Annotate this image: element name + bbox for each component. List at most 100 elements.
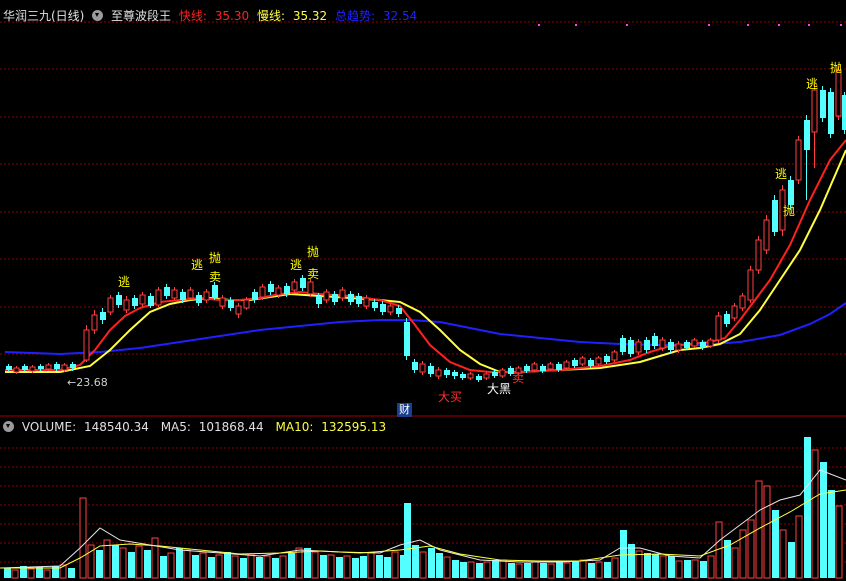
slow-label-text: 慢线:	[256, 9, 285, 23]
candle-body-up	[731, 305, 738, 319]
signal-label: 逃	[806, 77, 819, 91]
candle-body-up	[611, 351, 618, 361]
signal-label: 逃	[775, 167, 788, 181]
signal-label: 卖	[209, 270, 222, 284]
ma5-label-text: MA5:	[160, 420, 191, 434]
trend-value: 32.54	[382, 9, 418, 23]
volume-bar-up	[747, 519, 755, 579]
stock-title[interactable]: 华润三九(日线)	[3, 9, 84, 23]
volume-bar-up	[467, 561, 475, 579]
volume-bar-down	[620, 530, 627, 578]
volume-bar-up	[247, 553, 255, 579]
candle-body-up	[595, 357, 602, 365]
candle-body-up	[45, 364, 52, 370]
candle-body-up	[13, 367, 20, 373]
volume-bar-down	[644, 553, 651, 578]
candle-body-down	[476, 376, 482, 380]
volume-bar-down	[360, 556, 367, 578]
volume-bar-up	[11, 569, 19, 579]
candle-body-up	[579, 357, 586, 365]
signal-label: 抛	[783, 204, 796, 218]
candle-body-up	[419, 363, 426, 373]
volume-bar-down	[828, 490, 835, 578]
candle-body-up	[691, 339, 698, 347]
dropdown-circle-icon[interactable]	[92, 10, 104, 21]
candle-body-up	[219, 297, 226, 307]
trend-label-text: 总趋势:	[335, 9, 376, 23]
volume-bar-down	[224, 552, 231, 578]
candle-body-down	[820, 90, 826, 118]
candle-body-down	[684, 342, 690, 348]
candle-body-up	[307, 281, 314, 295]
slow-value: 35.32	[292, 9, 328, 23]
candle-body-up	[339, 289, 346, 299]
volume-bar-down	[112, 545, 119, 578]
candle-body-up	[203, 291, 210, 301]
signal-label: 逃	[118, 275, 131, 289]
volume-bar-down	[144, 550, 151, 578]
volume-bar-up	[811, 449, 819, 579]
volume-bar-down	[508, 563, 515, 578]
candle-body-down	[396, 308, 402, 314]
candle-body-up	[547, 363, 554, 370]
candle-body-down	[54, 364, 60, 369]
volume-bar-up	[795, 515, 803, 579]
volume-bar-down	[160, 556, 167, 578]
candle-body-up	[763, 219, 770, 251]
candle-body-down	[316, 296, 322, 304]
volume-bar-up	[43, 569, 51, 579]
candle-body-down	[252, 292, 258, 300]
candle-body-up	[635, 341, 642, 353]
volume-bar-down	[68, 568, 75, 578]
candle-body-down	[228, 300, 234, 308]
candle-body-down	[404, 322, 410, 356]
volume-bar-down	[668, 556, 675, 578]
volume-bar-down	[96, 550, 103, 578]
marker-dot	[747, 24, 749, 26]
candle-body-up	[435, 369, 442, 377]
candle-body-up	[755, 239, 762, 271]
candle-body-up	[563, 361, 570, 369]
candle-body-up	[275, 287, 282, 296]
volume-bar-up	[579, 559, 587, 579]
candle-body-up	[499, 369, 506, 377]
candle-body-down	[452, 372, 458, 376]
candle-body-down	[412, 362, 418, 370]
candle-body-down	[460, 374, 466, 378]
candle-body-up	[467, 373, 474, 379]
candle-body-down	[100, 312, 106, 320]
volume-bar-up	[343, 555, 351, 579]
volume-bar-down	[208, 557, 215, 578]
indicator-name[interactable]: 至尊波段王	[111, 9, 171, 23]
volume-value: 148540.34	[83, 420, 149, 434]
candle-body-down	[668, 342, 674, 350]
candle-body-up	[187, 289, 194, 299]
volume-bar-down	[428, 548, 435, 578]
low-price-value: 23.68	[76, 376, 108, 389]
volume-bar-up	[675, 560, 683, 579]
candle-body-up	[323, 291, 330, 301]
volume-bar-down	[476, 563, 483, 578]
volume-bar-down	[128, 552, 135, 578]
volume-bar-up	[443, 556, 451, 579]
volume-bar-up	[215, 554, 223, 579]
volume-bar-down	[404, 503, 411, 578]
finance-badge[interactable]: 财	[397, 403, 412, 417]
ma10-label-text: MA10:	[275, 420, 314, 434]
signal-label: 卖	[512, 371, 525, 385]
volume-bar-up	[263, 555, 271, 579]
candle-body-up	[483, 373, 490, 379]
candle-body-down	[380, 304, 386, 312]
volume-bar-down	[376, 555, 383, 578]
volume-dropdown-icon[interactable]	[3, 421, 14, 432]
volume-bar-down	[36, 567, 43, 578]
candle-body-down	[164, 287, 170, 296]
volume-bar-down	[452, 560, 459, 578]
candle-body-down	[132, 298, 138, 306]
trend-line-label: 总趋势: 32.54	[335, 9, 421, 23]
volume-bar-up	[327, 554, 335, 579]
volume-bar-up	[547, 563, 555, 579]
volume-bar-up	[563, 562, 571, 579]
candle-body-down	[788, 180, 794, 205]
candle-body-down	[70, 364, 76, 368]
